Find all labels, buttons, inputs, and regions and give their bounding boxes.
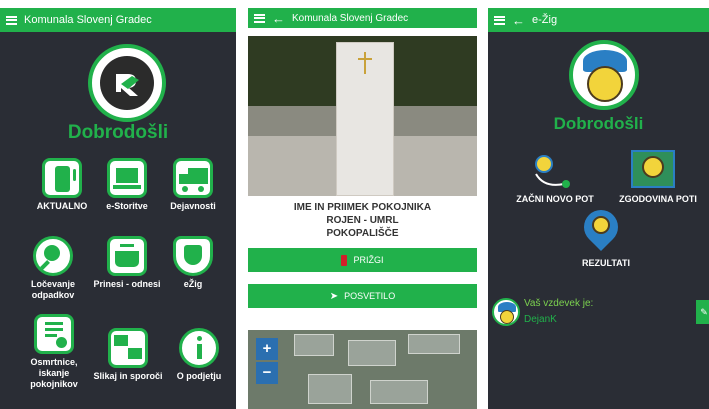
nickname-value: DejanK	[524, 314, 557, 325]
tile-label: eŽig	[183, 279, 203, 289]
tile-osmrtnice[interactable]: Osmrtnice, iskanje pokojnikov	[17, 314, 91, 390]
welcome-title: Dobrodošli	[553, 114, 644, 133]
zoom-in-button[interactable]: +	[256, 338, 278, 360]
tile-label: e-Storitve	[106, 201, 148, 211]
app-bar: ← Komunala Slovenj Gradec	[248, 8, 477, 28]
deceased-dates: ROJEN - UMRL	[326, 215, 399, 226]
menu-icon[interactable]	[494, 15, 505, 25]
menu-icon[interactable]	[6, 15, 17, 25]
zoom-out-button[interactable]: −	[256, 362, 278, 384]
tile-label: Ločevanje odpadkov	[30, 279, 76, 300]
route-icon	[535, 155, 570, 188]
phone-icon	[42, 158, 82, 198]
tile-label: Osmrtnice, iskanje pokojnikov	[30, 357, 78, 389]
welcome-title: Dobrodošli	[67, 122, 169, 143]
tile-aktualno[interactable]: AKTUALNO	[27, 158, 97, 212]
bug-mascot-logo	[569, 40, 639, 110]
basket-icon	[107, 236, 147, 276]
company-logo	[88, 44, 166, 122]
back-arrow-icon[interactable]: ←	[512, 14, 525, 27]
candle-icon	[341, 254, 348, 266]
document-icon	[34, 314, 74, 354]
edit-nickname-button[interactable]: ✎	[696, 300, 709, 324]
home-screen: Komunala Slovenj Gradec Dobrodošli AKTUA…	[0, 8, 236, 409]
app-bar: Komunala Slovenj Gradec	[0, 8, 236, 32]
tile-slikaj-in-sporoci[interactable]: Slikaj in sporoči	[90, 328, 166, 382]
route-history-label: ZGODOVINA POTI	[619, 194, 697, 204]
cemetery-name: POKOPALIŠČE	[326, 228, 399, 239]
tile-prinesi-odnesi[interactable]: Prinesi - odnesi	[92, 236, 162, 290]
app-title: Komunala Slovenj Gradec	[24, 14, 152, 26]
tile-label: AKTUALNO	[36, 201, 88, 211]
start-route-button[interactable]: ZAČNI NOVO POT	[516, 154, 594, 210]
dedication-label: POSVETILO	[344, 291, 396, 301]
cemetery-map[interactable]: + −	[248, 330, 477, 409]
computers-icon	[108, 328, 148, 368]
tile-label: O podjetju	[176, 371, 222, 381]
grave-photo	[248, 36, 477, 196]
shield-icon	[173, 236, 213, 276]
deceased-detail-screen: ← Komunala Slovenj Gradec IME IN PRIIMEK…	[248, 8, 477, 409]
deceased-name: IME IN PRIIMEK POKOJNIKA	[293, 202, 432, 213]
tile-locevanje-odpadkov[interactable]: Ločevanje odpadkov	[17, 236, 89, 301]
nickname-label: Vaš vzdevek je:	[524, 298, 594, 309]
app-title: e-Žig	[532, 14, 558, 26]
light-candle-button[interactable]: PRIŽGI	[248, 248, 477, 272]
tile-label: Dejavnosti	[170, 201, 216, 211]
dove-icon: ➤	[329, 290, 339, 302]
tile-dejavnosti[interactable]: Dejavnosti	[158, 158, 228, 212]
route-history-button[interactable]: ZGODOVINA POTI	[618, 150, 700, 210]
tile-o-podjetju[interactable]: O podjetju	[163, 328, 235, 382]
results-button[interactable]: REZULTATI	[570, 202, 642, 270]
menu-icon[interactable]	[254, 13, 265, 23]
info-icon	[179, 328, 219, 368]
tile-ezig[interactable]: eŽig	[158, 236, 228, 290]
start-route-label: ZAČNI NOVO POT	[516, 194, 594, 204]
truck-icon	[173, 158, 213, 198]
tile-label: Prinesi - odnesi	[93, 279, 161, 289]
magnifier-icon	[33, 236, 73, 276]
tile-label: Slikaj in sporoči	[93, 371, 163, 381]
cross-icon	[358, 52, 372, 74]
tile-e-storitve[interactable]: e-Storitve	[92, 158, 162, 212]
pencil-icon: ✎	[700, 307, 708, 317]
back-arrow-icon[interactable]: ←	[272, 12, 285, 25]
app-title: Komunala Slovenj Gradec	[292, 12, 409, 24]
dedication-button[interactable]: ➤ POSVETILO	[248, 284, 477, 308]
laptop-icon	[107, 158, 147, 198]
user-avatar	[492, 298, 520, 326]
ezig-screen: ← e-Žig Dobrodošli ZAČNI NOVO POT ZGODOV…	[488, 8, 709, 409]
app-bar: ← e-Žig	[488, 8, 709, 32]
light-candle-label: PRIŽGI	[353, 255, 384, 265]
results-label: REZULTATI	[582, 258, 630, 268]
